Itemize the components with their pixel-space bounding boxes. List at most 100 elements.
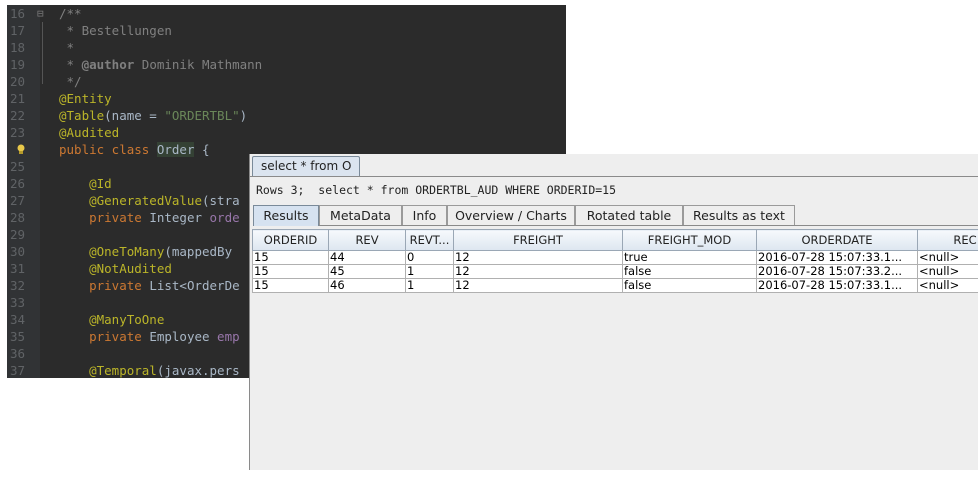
code-text: @Id xyxy=(59,175,112,192)
code-line: 22 @Table(name = "ORDERTBL") xyxy=(7,107,566,124)
results-grid[interactable]: ORDERID REV REVT... FREIGHT FREIGHT_MOD ORDER… xyxy=(252,229,978,470)
code-token: @NotAudited xyxy=(59,261,172,276)
code-token: /** xyxy=(59,6,82,21)
table-body: 15 44 0 12 true 2016-07-28 15:07:33.1... <null… xyxy=(252,250,978,293)
code-token: */ xyxy=(59,74,82,89)
code-text: @Audited xyxy=(59,124,119,141)
table-cell[interactable]: 12 xyxy=(453,278,623,293)
table-cell[interactable]: 12 xyxy=(453,264,623,279)
tab-rotated-table[interactable]: Rotated table xyxy=(575,205,683,225)
code-token: * Bestellungen xyxy=(59,23,172,38)
code-text: @Temporal(javax.pers xyxy=(59,362,240,378)
line-number: 25 xyxy=(10,159,26,174)
table-cell[interactable]: 44 xyxy=(328,250,406,265)
code-token: (name = xyxy=(104,108,165,123)
code-token: Integer xyxy=(149,210,210,225)
table-cell[interactable]: 1 xyxy=(405,264,454,279)
table-cell[interactable]: <null> xyxy=(917,250,978,265)
line-number: 29 xyxy=(10,227,26,242)
results-table: ORDERID REV REVT... FREIGHT FREIGHT_MOD ORDER… xyxy=(252,229,978,293)
table-cell[interactable]: 12 xyxy=(453,250,623,265)
line-number: 37 xyxy=(10,363,26,378)
line-number: 26 xyxy=(10,176,26,191)
code-token: @author xyxy=(81,57,135,72)
lightbulb-icon[interactable] xyxy=(16,144,26,155)
column-header[interactable]: ORDERID xyxy=(252,229,329,251)
code-text: public class Order { xyxy=(59,141,210,158)
table-cell[interactable]: 45 xyxy=(328,264,406,279)
column-header[interactable]: FREIGHT xyxy=(453,229,623,251)
result-subtabs: Results MetaData Info Overview / Charts … xyxy=(253,205,978,226)
table-cell[interactable]: <null> xyxy=(917,278,978,293)
line-number: 18 xyxy=(10,40,26,55)
code-text: @OneToMany(mappedBy xyxy=(59,243,232,260)
table-cell[interactable]: 2016-07-28 15:07:33.1... xyxy=(756,250,918,265)
column-header[interactable]: REVT... xyxy=(405,229,454,251)
rows-summary: Rows 3; select * from ORDERTBL_AUD WHERE… xyxy=(256,183,617,197)
code-text: */ xyxy=(59,73,82,90)
column-header[interactable]: REV xyxy=(328,229,406,251)
column-header[interactable]: FREIGHT_MOD xyxy=(622,229,757,251)
code-token: Order xyxy=(156,142,195,157)
tab-metadata[interactable]: MetaData xyxy=(319,205,402,225)
table-cell[interactable]: 1 xyxy=(405,278,454,293)
code-token: private xyxy=(59,210,150,225)
tab-overview-charts[interactable]: Overview / Charts xyxy=(447,205,575,225)
code-text: @GeneratedValue(stra xyxy=(59,192,240,209)
code-token: @Id xyxy=(59,176,112,191)
code-token: "ORDERTBL" xyxy=(164,108,240,123)
column-header[interactable]: REC xyxy=(917,229,978,251)
table-row[interactable]: 15 45 1 12 false 2016-07-28 15:07:33.2... <nul… xyxy=(252,264,978,279)
code-token: public class xyxy=(59,142,157,157)
table-cell[interactable]: 46 xyxy=(328,278,406,293)
column-header[interactable]: ORDERDATE xyxy=(756,229,918,251)
query-tab[interactable]: select * from O xyxy=(252,156,361,176)
window-tabbar: select * from O xyxy=(250,154,978,177)
code-text: * @author Dominik Mathmann xyxy=(59,56,263,73)
line-number: 35 xyxy=(10,329,26,344)
code-line: 17 * Bestellungen xyxy=(7,22,566,39)
table-cell[interactable]: 15 xyxy=(252,264,329,279)
code-line: 20 */ xyxy=(7,73,566,90)
line-number: 32 xyxy=(10,278,26,293)
code-token: @Audited xyxy=(59,125,120,140)
code-token: * xyxy=(59,57,82,72)
code-token: ) xyxy=(239,108,248,123)
code-token: (mappedBy xyxy=(164,244,233,259)
table-cell[interactable]: 2016-07-28 15:07:33.2... xyxy=(756,264,918,279)
table-cell[interactable]: <null> xyxy=(917,264,978,279)
table-cell[interactable]: 2016-07-28 15:07:33.1... xyxy=(756,278,918,293)
tab-results[interactable]: Results xyxy=(253,205,319,226)
code-token: @Temporal xyxy=(59,363,157,378)
tab-results-as-text[interactable]: Results as text xyxy=(683,205,795,225)
line-number: 30 xyxy=(10,244,26,259)
table-row[interactable]: 15 46 1 12 false 2016-07-28 15:07:33.1... <nul… xyxy=(252,278,978,293)
code-token: @OneToMany xyxy=(59,244,165,259)
code-text: /** xyxy=(59,5,82,22)
line-number: 20 xyxy=(10,74,26,89)
table-cell[interactable]: 0 xyxy=(405,250,454,265)
table-cell[interactable]: false xyxy=(622,278,757,293)
line-number: 31 xyxy=(10,261,26,276)
table-cell[interactable]: 15 xyxy=(252,278,329,293)
code-text: * Bestellungen xyxy=(59,22,172,39)
line-number: 19 xyxy=(10,57,26,72)
code-token: emp xyxy=(217,329,240,344)
code-token: orde xyxy=(209,210,240,225)
line-number: 22 xyxy=(10,108,26,123)
line-number: 23 xyxy=(10,125,26,140)
tab-info[interactable]: Info xyxy=(402,205,447,225)
sql-results-window: select * from O Rows 3; select * from OR… xyxy=(249,154,978,470)
line-number: 16 xyxy=(10,6,26,21)
code-line: 23 @Audited xyxy=(7,124,566,141)
line-number: 17 xyxy=(10,23,26,38)
code-line: 16 ⊟ /** xyxy=(7,5,566,22)
fold-toggle-icon[interactable]: ⊟ xyxy=(37,5,44,22)
table-row[interactable]: 15 44 0 12 true 2016-07-28 15:07:33.1... <null… xyxy=(252,250,978,265)
code-token: private xyxy=(59,278,150,293)
code-token: Dominik Mathmann xyxy=(134,57,263,72)
table-cell[interactable]: false xyxy=(622,264,757,279)
table-cell[interactable]: 15 xyxy=(252,250,329,265)
code-token: Employee xyxy=(149,329,218,344)
table-cell[interactable]: true xyxy=(622,250,757,265)
